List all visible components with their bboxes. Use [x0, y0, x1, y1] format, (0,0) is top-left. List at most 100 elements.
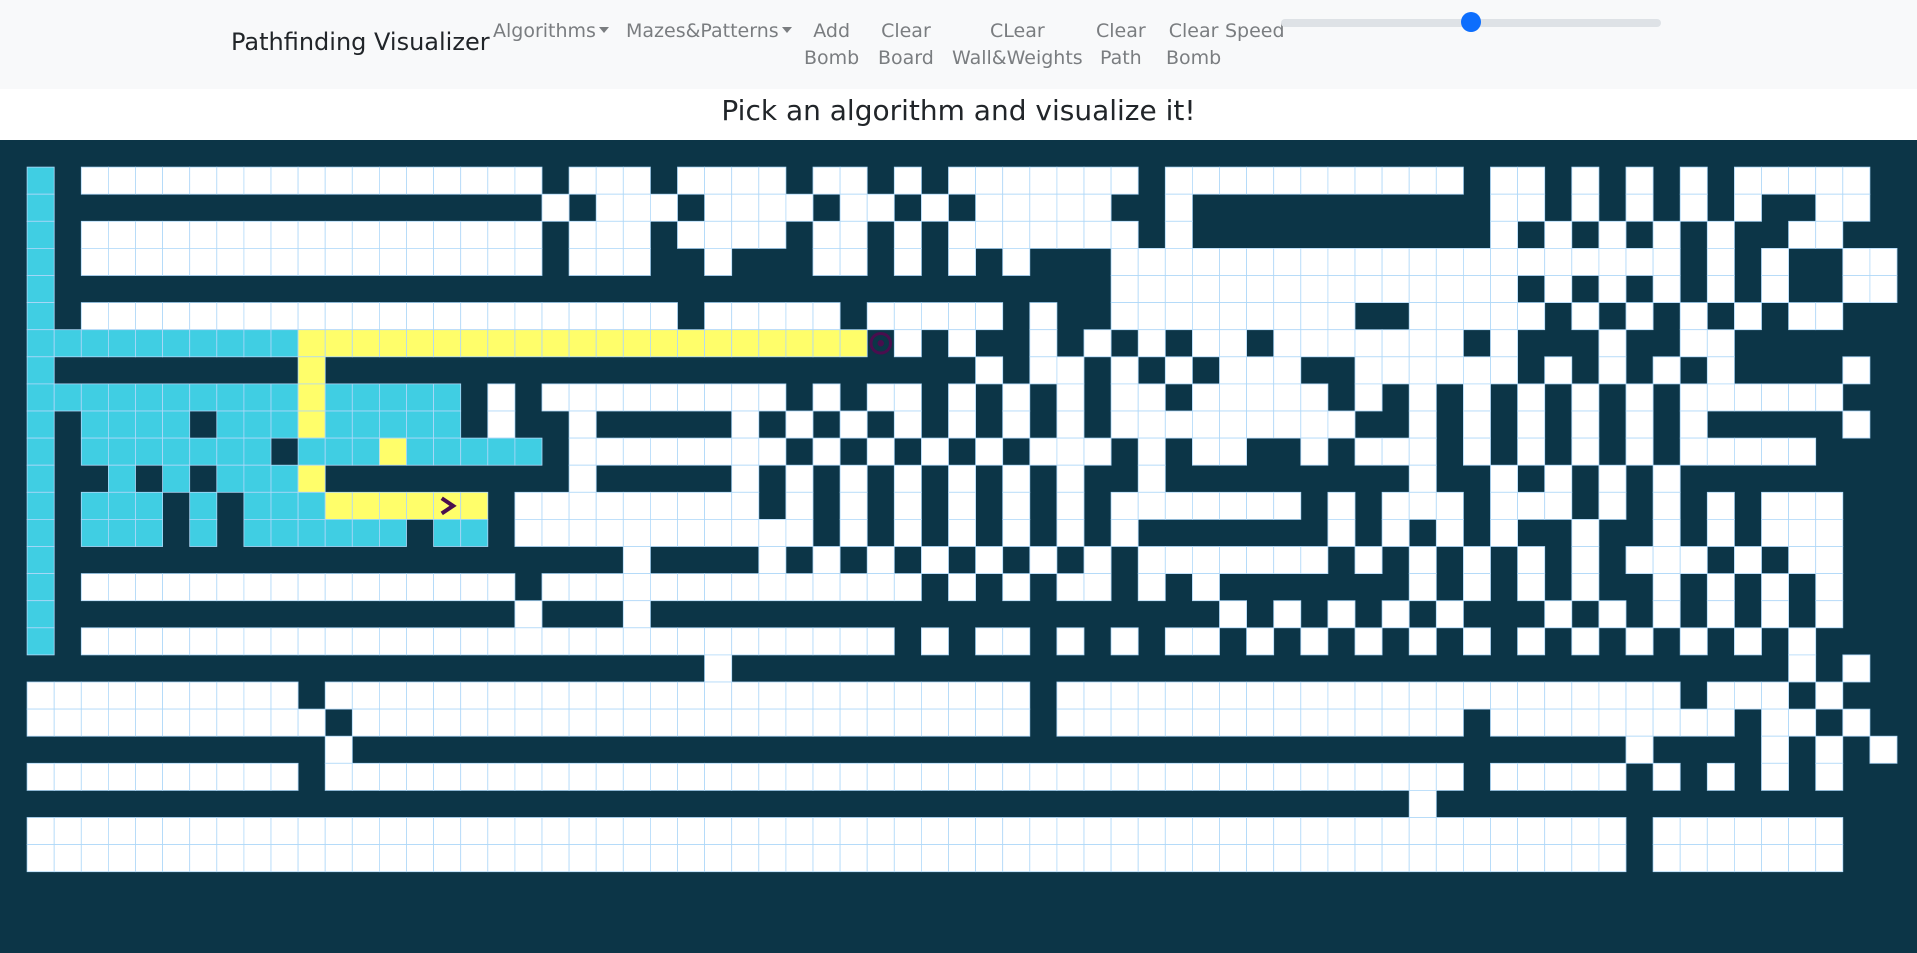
grid-cell[interactable] [677, 383, 706, 412]
grid-cell[interactable] [650, 573, 678, 602]
grid-cell[interactable] [1164, 844, 1193, 873]
grid-cell[interactable] [487, 817, 516, 846]
grid-cell[interactable] [1571, 437, 1600, 466]
grid-cell[interactable] [1435, 681, 1464, 710]
grid-cell[interactable] [1273, 248, 1302, 276]
grid-cell[interactable] [1517, 410, 1546, 439]
grid-cell[interactable] [1219, 383, 1248, 412]
grid-cell[interactable] [1381, 817, 1410, 846]
grid-cell[interactable] [1056, 437, 1085, 466]
clear-bomb-button[interactable]: Clear Bomb [1166, 18, 1221, 72]
grid-cell[interactable] [378, 817, 407, 846]
grid-cell[interactable] [433, 166, 462, 195]
grid-cell[interactable] [1490, 817, 1519, 846]
grid-cell[interactable] [1164, 817, 1193, 846]
visited-cell[interactable] [26, 248, 55, 276]
grid-cell[interactable] [595, 573, 624, 602]
grid-cell[interactable] [622, 518, 651, 547]
grid-cell[interactable] [351, 708, 380, 737]
grid-cell[interactable] [1463, 383, 1491, 412]
grid-cell[interactable] [1571, 681, 1600, 710]
grid-cell[interactable] [26, 762, 55, 791]
grid-cell[interactable] [1788, 546, 1817, 575]
grid-cell[interactable] [162, 844, 191, 873]
grid-cell[interactable] [731, 464, 760, 493]
grid-cell[interactable] [650, 762, 678, 791]
grid-cell[interactable] [893, 329, 922, 358]
grid-cell[interactable] [1219, 410, 1248, 439]
visited-cell[interactable] [80, 410, 109, 439]
grid-cell[interactable] [1571, 166, 1600, 195]
grid-cell[interactable] [1300, 817, 1329, 846]
grid-cell[interactable] [1490, 518, 1519, 547]
grid-cell[interactable] [1381, 166, 1410, 195]
grid-cell[interactable] [1788, 708, 1817, 737]
grid-cell[interactable] [1706, 248, 1735, 276]
grid-cell[interactable] [1354, 546, 1383, 575]
grid-cell[interactable] [622, 193, 651, 222]
grid-cell[interactable] [866, 681, 895, 710]
grid-cell[interactable] [1354, 356, 1383, 385]
grid-cell[interactable] [595, 491, 624, 520]
grid-cell[interactable] [650, 627, 678, 656]
grid-cell[interactable] [568, 410, 597, 439]
grid-cell[interactable] [622, 844, 651, 873]
grid-cell[interactable] [1164, 356, 1193, 385]
grid-cell[interactable] [1381, 681, 1410, 710]
grid-cell[interactable] [1300, 166, 1329, 195]
grid-cell[interactable] [1137, 708, 1166, 737]
visited-cell[interactable] [324, 410, 353, 439]
visited-cell[interactable] [80, 383, 109, 412]
grid-cell[interactable] [677, 518, 706, 547]
grid-cell[interactable] [189, 762, 218, 791]
grid-cell[interactable] [1544, 220, 1573, 249]
grid-cell[interactable] [1192, 627, 1220, 656]
grid-cell[interactable] [80, 248, 109, 276]
grid-cell[interactable] [1110, 844, 1139, 873]
grid-cell[interactable] [1083, 681, 1112, 710]
grid-cell[interactable] [650, 437, 678, 466]
grid-cell[interactable] [1002, 383, 1031, 412]
grid-cell[interactable] [1083, 193, 1112, 222]
grid-cell[interactable] [1815, 166, 1844, 195]
grid-cell[interactable] [758, 546, 787, 575]
grid-cell[interactable] [1219, 546, 1248, 575]
grid-cell[interactable] [1137, 329, 1166, 358]
grid-cell[interactable] [1815, 600, 1844, 629]
visited-cell[interactable] [297, 437, 326, 466]
grid-cell[interactable] [406, 166, 435, 195]
grid-cell[interactable] [839, 518, 868, 547]
grid-cell[interactable] [1381, 518, 1410, 547]
grid-cell[interactable] [595, 708, 624, 737]
grid-cell[interactable] [514, 844, 543, 873]
grid-cell[interactable] [1029, 166, 1058, 195]
grid-cell[interactable] [270, 627, 299, 656]
grid-cell[interactable] [1598, 275, 1627, 304]
grid-cell[interactable] [162, 166, 191, 195]
grid-cell[interactable] [893, 464, 922, 493]
path-cell[interactable] [731, 329, 760, 358]
grid-cell[interactable] [1652, 844, 1681, 873]
grid-cell[interactable] [108, 302, 136, 331]
grid-cell[interactable] [1815, 193, 1844, 222]
grid-cell[interactable] [893, 518, 922, 547]
grid-cell[interactable] [1734, 844, 1762, 873]
path-cell[interactable] [514, 329, 543, 358]
visited-cell[interactable] [351, 518, 380, 547]
grid-cell[interactable] [839, 708, 868, 737]
grid-cell[interactable] [1788, 844, 1817, 873]
grid-cell[interactable] [1192, 817, 1220, 846]
grid-cell[interactable] [975, 437, 1004, 466]
path-cell[interactable] [406, 329, 435, 358]
grid-cell[interactable] [1652, 762, 1681, 791]
grid-cell[interactable] [1192, 491, 1220, 520]
grid-cell[interactable] [1517, 762, 1546, 791]
grid-cell[interactable] [1625, 681, 1654, 710]
grid-cell[interactable] [487, 248, 516, 276]
grid-cell[interactable] [324, 844, 353, 873]
grid-cell[interactable] [1300, 546, 1329, 575]
grid-cell[interactable] [1408, 410, 1437, 439]
grid-cell[interactable] [1598, 329, 1627, 358]
grid-cell[interactable] [975, 302, 1004, 331]
visited-cell[interactable] [162, 383, 191, 412]
